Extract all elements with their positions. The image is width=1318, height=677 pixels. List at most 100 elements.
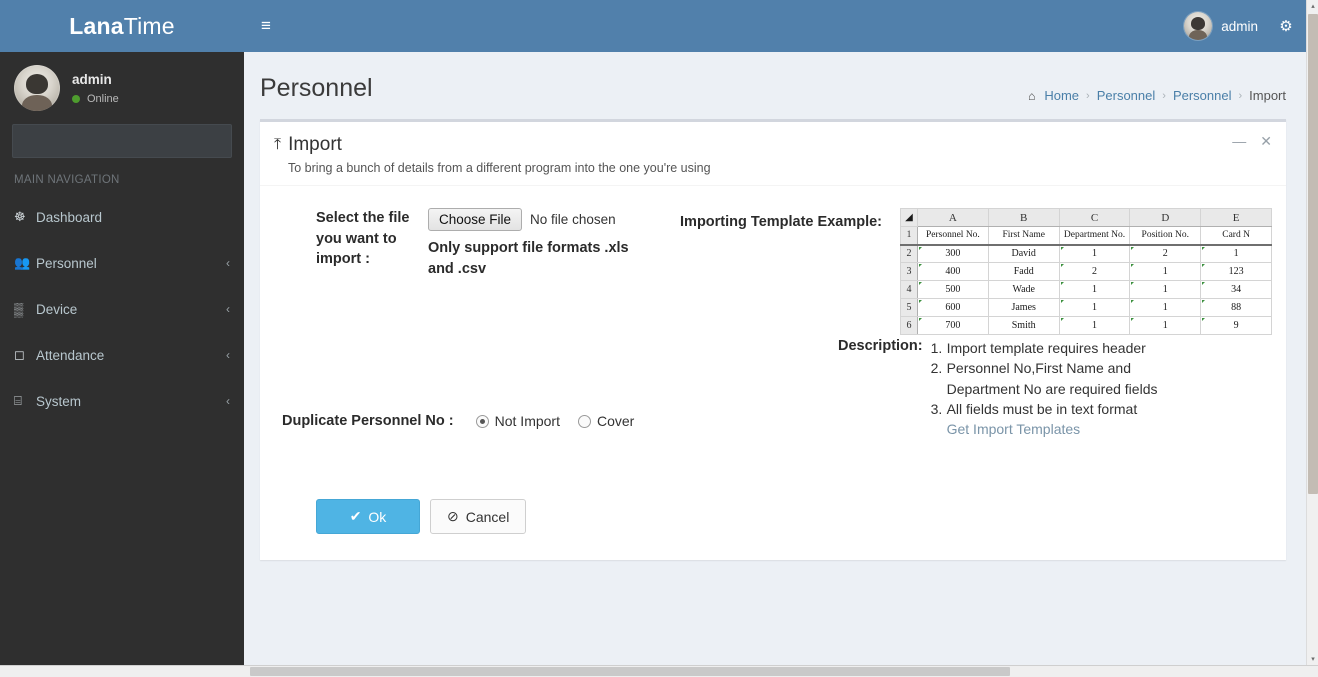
row-number: 4 [900,280,918,299]
breadcrumb-item-personnel-2[interactable]: Personnel [1173,88,1232,103]
list-item: 2. Personnel No,First Name and [931,358,1158,378]
brand-name-light: Time [123,12,175,39]
gear-icon[interactable]: ⚙ [1266,0,1306,52]
radio-cover[interactable]: Cover [577,413,635,429]
ok-button-label: Ok [368,508,387,525]
table-cell: 2 [1129,244,1202,263]
panel-tools: — ✕ [1232,134,1272,148]
table-row: 6 700 Smith 1 1 9 [900,316,1272,335]
avatar [1184,12,1213,40]
table-header-cell: First Name [987,226,1060,246]
chevron-left-icon: ‹ [226,302,230,316]
table-cell: 1 [1200,244,1272,263]
sidebar-item-system[interactable]: ⌸ System ‹ [0,378,244,424]
description-item-number: 3. [930,400,943,417]
ban-icon: ⊘ [447,508,459,524]
row-number: 2 [900,244,918,263]
sidebar-user-panel[interactable]: admin Online [0,52,244,124]
application-window: Lana Time admin Online MAIN NAVIGATION ☸ … [0,0,1318,677]
online-status-icon [72,94,80,103]
table-header-cell: Personnel No. [917,226,989,246]
brand-logo[interactable]: Lana Time [0,0,244,52]
table-column-letters-row: ◢ A B C D E [900,208,1272,227]
table-row: 5 600 James 1 1 88 [900,298,1272,317]
radio-label: Cover [596,413,635,429]
sidebar-toggle-icon[interactable]: ≡ [244,0,288,52]
file-field-control: Choose File No file chosen Only support … [428,208,680,279]
monitor-icon: ⌸ [14,393,22,408]
ok-button[interactable]: ✔ Ok [316,499,420,534]
table-cell: 500 [917,280,989,299]
main-content: Personnel ⌂ Home › Personnel › Personnel… [244,52,1306,665]
column-letter: B [987,208,1060,227]
check-icon: ✔ [349,508,362,524]
users-icon: 👥 [14,255,31,270]
table-cell: 1 [1058,298,1131,317]
description-item-text: Import template requires header [946,340,1146,356]
duplicate-radio-group: Not Import Cover [475,413,635,429]
topbar-user-menu[interactable]: admin [1176,0,1266,52]
column-letter: D [1129,208,1202,227]
radio-unselected-icon[interactable] [577,414,591,428]
chevron-left-icon: ‹ [226,394,230,408]
sidebar-search-wrap [0,124,244,158]
choose-file-button[interactable]: Choose File [428,208,523,231]
table-row: 4 500 Wade 1 1 34 [900,280,1272,299]
breadcrumb-item-home[interactable]: Home [1044,88,1079,103]
panel-title: Import [288,134,342,155]
table-cell: 1 [1129,280,1202,299]
top-navbar: ≡ admin ⚙ [244,0,1306,52]
table-cell: 34 [1200,280,1272,299]
description-item-text: Personnel No,First Name and [946,360,1132,377]
file-input-line: Choose File No file chosen [428,208,680,231]
breadcrumb: ⌂ Home › Personnel › Personnel › Import [1028,74,1286,103]
sidebar-item-attendance[interactable]: ◻ Attendance ‹ [0,332,244,378]
sidebar-item-personnel[interactable]: 👥 Personnel ‹ [0,240,244,286]
cancel-button-label: Cancel [465,508,510,525]
breadcrumb-item-personnel[interactable]: Personnel [1097,88,1156,103]
radio-not-import[interactable]: Not Import [475,413,560,429]
vertical-scrollbar-thumb[interactable] [1308,14,1318,494]
scroll-up-icon[interactable]: ▴ [1307,0,1318,12]
description-list: 1. Import template requires header 2. Pers… [915,338,1158,439]
panel-title-row: ⤒ Import [274,134,711,156]
row-number: 6 [900,316,918,335]
sidebar-item-dashboard[interactable]: ☸ Dashboard [0,194,244,240]
row-number: 5 [900,298,918,317]
form-actions: ✔ Ok ⊘ Cancel [316,499,527,534]
table-header-cell: Position No. [1129,226,1202,246]
brand-name-bold: Lana [69,12,124,39]
sidebar-user-status: Online [72,93,119,105]
template-example-table: ◢ A B C D E 1 Personnel No. First Name D… [900,208,1272,335]
list-item: Get Import Templates [931,419,1158,439]
minimize-icon[interactable]: — [1232,134,1246,148]
page-title: Personnel [260,74,373,102]
panel-subtitle: To bring a bunch of details from a diffe… [288,161,711,175]
sidebar-item-device[interactable]: ▒ Device ‹ [0,286,244,332]
column-letter: C [1058,208,1131,227]
file-format-hint: Only support file formats .xls and .csv [428,240,629,277]
table-cell: 2 [1058,262,1131,281]
table-cell: 9 [1200,316,1272,335]
table-cell: 123 [1200,262,1272,281]
description-item-text: All fields must be in text format [946,400,1138,417]
table-cell: 300 [917,244,989,263]
scroll-down-icon[interactable]: ▾ [1307,653,1318,665]
radio-selected-icon[interactable] [475,414,489,428]
horizontal-scrollbar[interactable] [0,665,1318,677]
description-item-text-cont: Department No are required fields [946,380,1158,397]
row-number: 3 [900,262,918,281]
list-item: Department No are required fields [931,379,1158,399]
get-import-templates-link[interactable]: Get Import Templates [931,421,1081,437]
template-example-column: Importing Template Example: ◢ A B C D E [680,208,1272,335]
search-input[interactable] [12,124,232,158]
horizontal-scrollbar-thumb[interactable] [250,667,1010,676]
table-cell: 88 [1200,298,1272,317]
cancel-button[interactable]: ⊘ Cancel [430,499,527,534]
close-icon[interactable]: ✕ [1260,134,1272,148]
device-icon: ▒ [14,301,24,317]
table-cell: 700 [917,316,989,335]
vertical-scrollbar[interactable]: ▴ ▾ [1306,0,1318,665]
sidebar: Lana Time admin Online MAIN NAVIGATION ☸ … [0,0,244,665]
page-header: Personnel ⌂ Home › Personnel › Personnel… [244,52,1306,119]
